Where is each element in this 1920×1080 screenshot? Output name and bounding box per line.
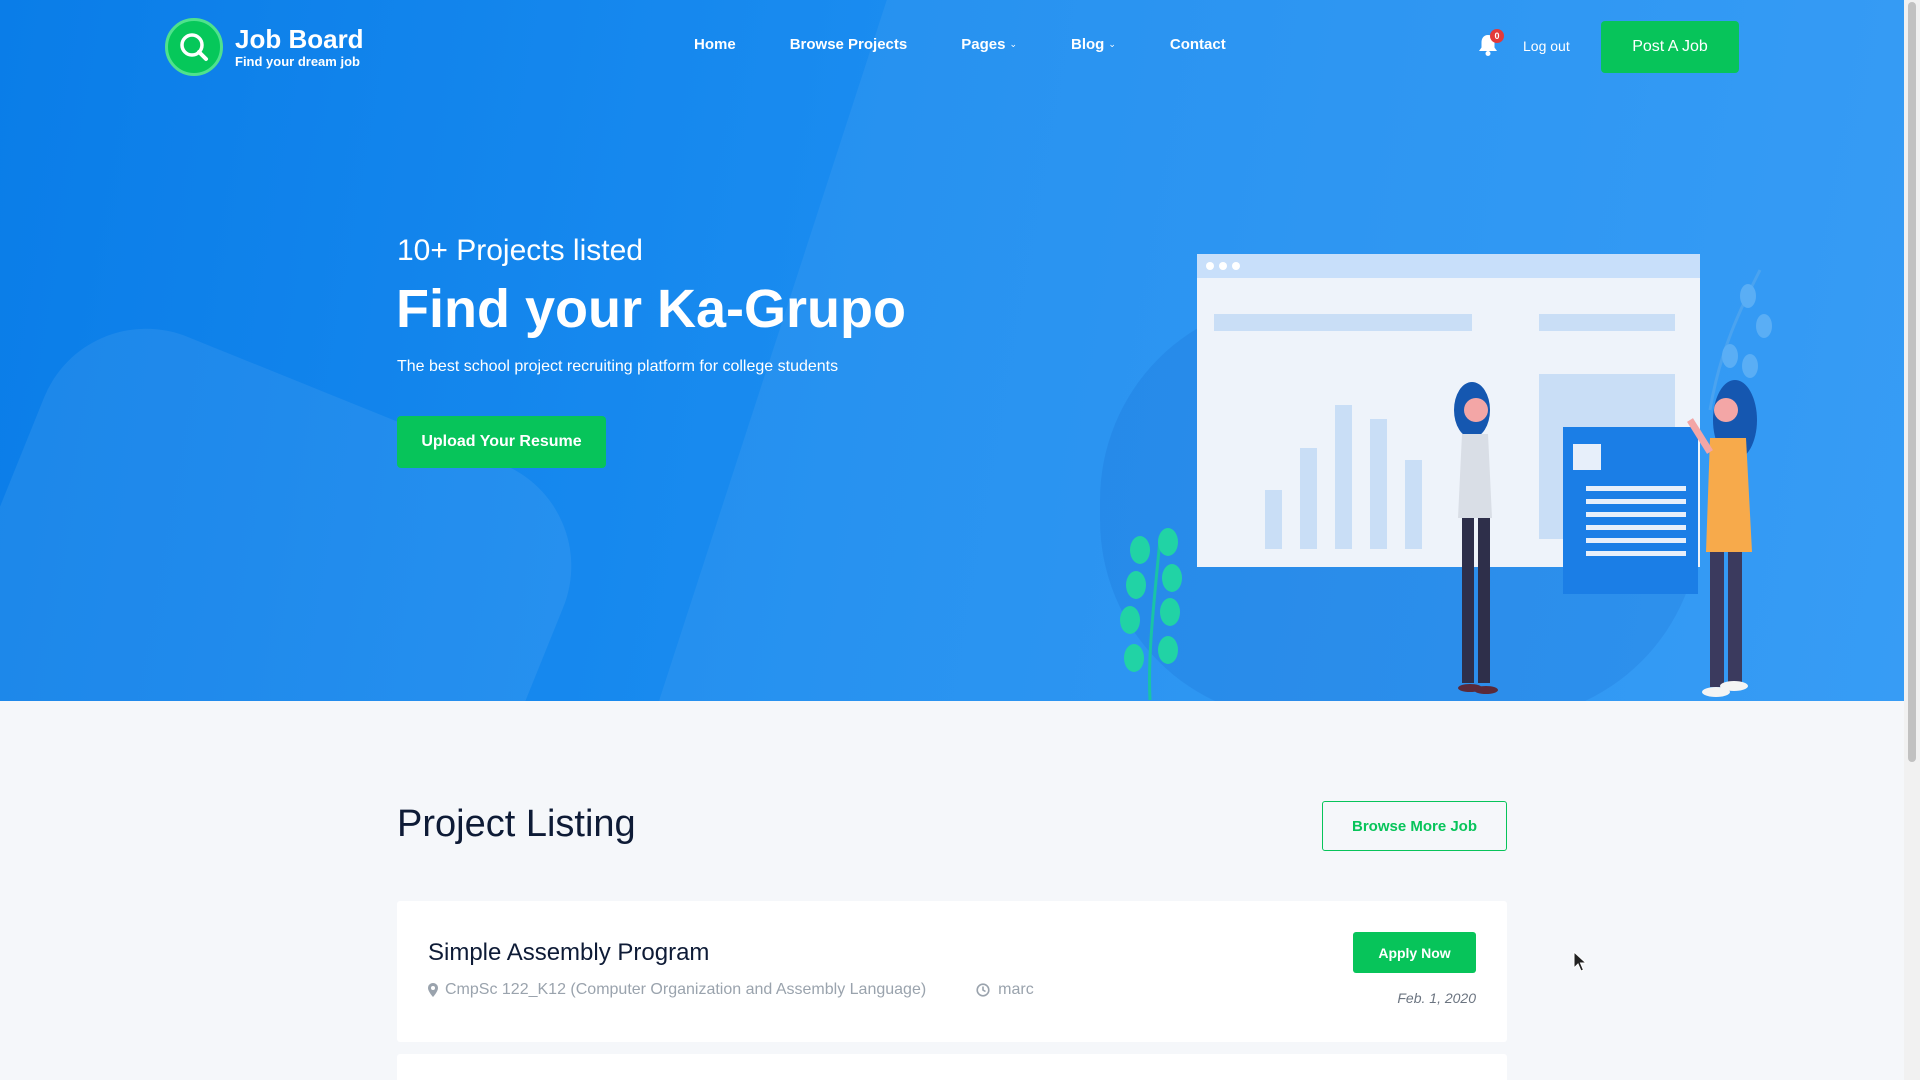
nav-home[interactable]: Home [694,36,736,53]
main-nav: Home Browse Projects Pages ⌄ Blog ⌄ Contac… [694,36,1280,53]
upload-resume-button[interactable]: Upload Your Resume [397,416,606,468]
project-card[interactable]: Simple Assembly Program CmpSc 122_K12 (C… [397,901,1507,1042]
clock-icon [976,983,990,997]
nav-browse-projects[interactable]: Browse Projects [790,36,908,53]
logout-link[interactable]: Log out [1523,38,1570,54]
hero-description: The best school project recruiting platf… [397,358,839,375]
mouse-cursor-icon [1573,951,1588,972]
chevron-down-icon: ⌄ [1108,39,1116,49]
hero-section: Job Board Find your dream job Home Brows… [0,0,1904,701]
hero-project-count: 10+ Projects listed [397,234,643,267]
nav-label: Contact [1169,36,1226,53]
site-header: Job Board Find your dream job Home Brows… [0,0,1904,95]
search-logo-icon [165,18,223,76]
nav-label: Browse Projects [789,36,908,53]
logo-title: Job Board [235,24,364,54]
location-pin-icon [428,983,438,997]
nav-label: Blog [1070,36,1105,53]
project-date: Feb. 1, 2020 [1397,990,1476,1006]
nav-label: Pages [961,36,1006,53]
scrollbar-thumb[interactable] [1908,2,1916,762]
browse-more-job-button[interactable]: Browse More Job [1322,801,1507,851]
site-logo[interactable]: Job Board Find your dream job [165,18,364,76]
post-job-button[interactable]: Post A Job [1601,21,1739,73]
notification-badge: 0 [1490,29,1504,43]
project-title[interactable]: Simple Assembly Program [428,939,709,967]
apply-now-button[interactable]: Apply Now [1353,932,1476,973]
chevron-down-icon: ⌄ [1009,39,1017,49]
hero-background-shape [0,295,605,701]
hero-illustration [1120,254,1772,701]
project-course: CmpSc 122_K12 (Computer Organization and… [445,981,927,998]
hero-title: Find your Ka-Grupo [396,279,906,339]
project-meta: CmpSc 122_K12 (Computer Organization and… [428,981,1034,999]
nav-blog[interactable]: Blog ⌄ [1071,36,1116,53]
notification-bell-icon[interactable]: 0 [1477,29,1504,57]
project-listing-title: Project Listing [397,803,636,845]
nav-contact[interactable]: Contact [1170,36,1226,53]
nav-label: Home [694,36,736,53]
logo-subtitle: Find your dream job [235,54,360,69]
project-author: marc [998,981,1034,998]
project-card[interactable] [397,1054,1507,1080]
nav-pages[interactable]: Pages ⌄ [961,36,1017,53]
page-scrollbar[interactable] [1904,0,1920,1080]
